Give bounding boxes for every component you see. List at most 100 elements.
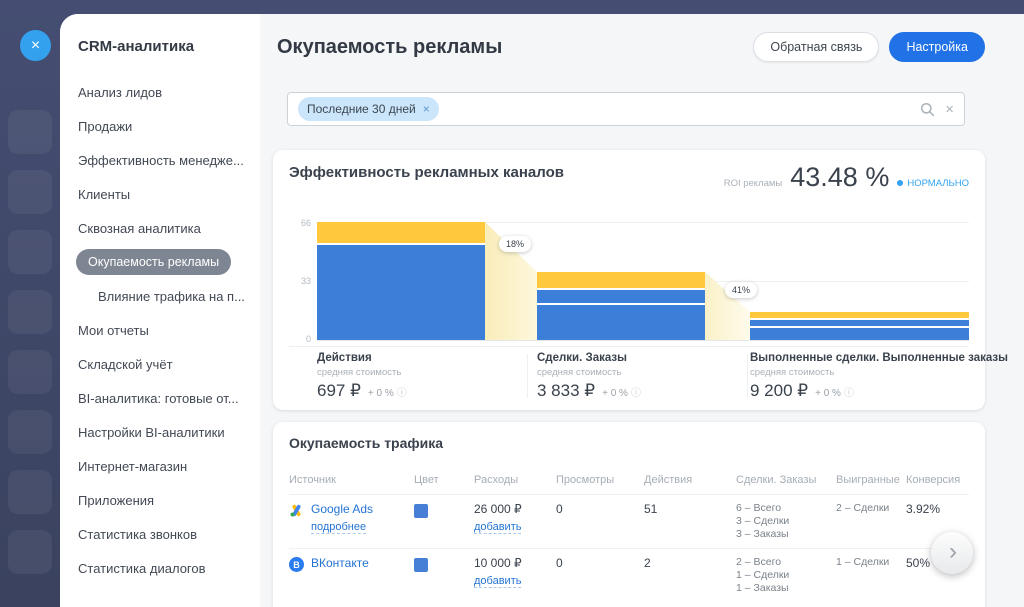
sidebar-item-sales[interactable]: Продажи [78, 109, 260, 143]
traffic-card: Окупаемость трафика Источник Цвет Расход… [273, 422, 985, 607]
sidebar-item-warehouse[interactable]: Складской учёт [78, 347, 260, 381]
funnel-segment-google [750, 328, 969, 340]
conversion-bubble-1: 18% [499, 236, 531, 252]
delta-value: + 0 % [815, 388, 841, 399]
info-icon[interactable]: ⓘ [397, 384, 407, 399]
y-axis-tick: 33 [289, 276, 311, 286]
sidebar-item-end-to-end-analytics[interactable]: Сквозная аналитика [78, 211, 260, 245]
delta-value: + 0 % [368, 388, 394, 399]
sidebar-title: CRM-аналитика [78, 38, 260, 55]
background-app-icon [8, 230, 52, 274]
traffic-card-title: Окупаемость трафика [289, 435, 443, 451]
slider-panel: CRM-аналитика Анализ лидов Продажи Эффек… [60, 14, 1024, 607]
table-header-row: Источник Цвет Расходы Просмотры Действия… [273, 474, 985, 494]
sidebar-item-bi-settings[interactable]: Настройки BI-аналитики [78, 415, 260, 449]
add-spend-link[interactable]: добавить [474, 575, 521, 588]
sidebar-item-leads-analysis[interactable]: Анализ лидов [78, 75, 260, 109]
sidebar-item-traffic-influence[interactable]: Влияние трафика на п... [78, 279, 260, 313]
roi-status-text: НОРМАЛЬНО [907, 178, 969, 189]
sidebar-item-dialog-stats[interactable]: Статистика диалогов [78, 551, 260, 585]
background-app-icon [8, 170, 52, 214]
deals-cell: 2 – Всего 1 – Сделки 1 – Заказы [736, 556, 836, 595]
funnel-bars: 18% 41% [317, 222, 969, 340]
funnel-segment-google [537, 290, 705, 303]
funnel-segment-vk [750, 312, 969, 318]
close-icon: × [31, 37, 40, 54]
background-app-icon [8, 350, 52, 394]
feedback-button[interactable]: Обратная связь [753, 32, 879, 62]
avg-cost-value: 9 200 ₽ [750, 381, 808, 401]
channel-color-swatch [414, 558, 428, 572]
filter-search-bar[interactable]: Последние 30 дней × × [287, 92, 965, 126]
background-app-icon [8, 530, 52, 574]
vkontakte-icon: В [289, 557, 304, 572]
info-icon[interactable]: ⓘ [844, 384, 854, 399]
details-link[interactable]: подробнее [311, 521, 366, 534]
spend-value: 26 000 ₽ [474, 502, 556, 516]
column-header: Цвет [414, 474, 474, 494]
sidebar-item-bi-ready-reports[interactable]: BI-аналитика: готовые от... [78, 381, 260, 415]
funnel-segment-vk [317, 222, 485, 243]
source-link[interactable]: ВКонтакте [311, 556, 369, 570]
stage-stat-won-deals: Выполненные сделки. Выполненные заказы с… [750, 352, 1008, 401]
funnel-segment-google [317, 245, 485, 340]
column-header: Сделки. Заказы [736, 474, 836, 494]
settings-button[interactable]: Настройка [889, 32, 985, 62]
panel-close-button[interactable]: × [20, 30, 51, 61]
chevron-right-icon: › [949, 538, 957, 566]
filter-clear-icon[interactable]: × [945, 101, 954, 118]
add-spend-link[interactable]: добавить [474, 521, 521, 534]
won-cell: 2 – Сделки [836, 502, 906, 541]
funnel-stage-1-column[interactable] [317, 222, 485, 340]
avg-cost-value: 3 833 ₽ [537, 381, 595, 401]
status-dot-icon [897, 180, 903, 186]
funnel-card-title: Эффективность рекламных каналов [289, 164, 564, 181]
column-header: Просмотры [556, 474, 644, 494]
roi-label: ROI рекламы [724, 178, 783, 189]
actions-value: 2 [644, 556, 736, 595]
divider [527, 354, 528, 398]
traffic-table: Источник Цвет Расходы Просмотры Действия… [273, 474, 985, 602]
table-row-vkontakte: В ВКонтакте 10 000 ₽ добавить 0 2 2 – Вс… [273, 549, 985, 602]
column-header: Выигранные [836, 474, 906, 494]
divider [747, 354, 748, 398]
filter-tag[interactable]: Последние 30 дней × [298, 97, 439, 121]
roi-status-badge: НОРМАЛЬНО [897, 178, 969, 189]
filter-tag-label: Последние 30 дней [307, 102, 416, 116]
won-cell: 1 – Сделки [836, 556, 906, 595]
funnel-segment-vk [537, 272, 705, 288]
search-icon[interactable] [920, 102, 935, 117]
y-axis-tick: 66 [289, 218, 311, 228]
stage-stat-deals: Сделки. Заказы средняя стоимость 3 833 ₽… [537, 352, 641, 401]
sidebar-item-manager-efficiency[interactable]: Эффективность менедже... [78, 143, 260, 177]
actions-value: 51 [644, 502, 736, 541]
sidebar-item-clients[interactable]: Клиенты [78, 177, 260, 211]
funnel-stage-2-column[interactable] [537, 222, 705, 340]
filter-tag-remove-icon[interactable]: × [423, 102, 430, 116]
sidebar-menu: Анализ лидов Продажи Эффективность менед… [78, 75, 260, 585]
deals-cell: 6 – Всего 3 – Сделки 3 – Заказы [736, 502, 836, 541]
stage-stat-actions: Действия средняя стоимость 697 ₽ + 0 % ⓘ [317, 352, 407, 401]
background-app-icon [8, 410, 52, 454]
conversion-bubble-2: 41% [725, 282, 757, 298]
sidebar-item-online-store[interactable]: Интернет-магазин [78, 449, 260, 483]
sidebar-item-apps[interactable]: Приложения [78, 483, 260, 517]
sidebar-item-my-reports[interactable]: Мои отчеты [78, 313, 260, 347]
source-link[interactable]: Google Ads [311, 502, 373, 516]
funnel-stage-3-column[interactable] [750, 222, 969, 340]
funnel-chart: 66 33 0 [289, 222, 969, 340]
info-icon[interactable]: ⓘ [631, 384, 641, 399]
table-scroll-next-button[interactable]: › [931, 532, 973, 574]
channel-color-swatch [414, 504, 428, 518]
funnel-card: Эффективность рекламных каналов ROI рекл… [273, 150, 985, 410]
page-title: Окупаемость рекламы [277, 36, 753, 59]
column-header: Действия [644, 474, 736, 494]
y-axis-tick: 0 [289, 334, 311, 344]
google-ads-icon [289, 503, 304, 518]
main-content: Окупаемость рекламы Обратная связь Настр… [260, 14, 1024, 607]
sidebar-item-call-stats[interactable]: Статистика звонков [78, 517, 260, 551]
sidebar-item-ad-payback[interactable]: Окупаемость рекламы [78, 245, 260, 279]
sidebar: CRM-аналитика Анализ лидов Продажи Эффек… [60, 14, 260, 607]
roi-value: 43.48 % [790, 162, 889, 193]
background-app-icon [8, 470, 52, 514]
